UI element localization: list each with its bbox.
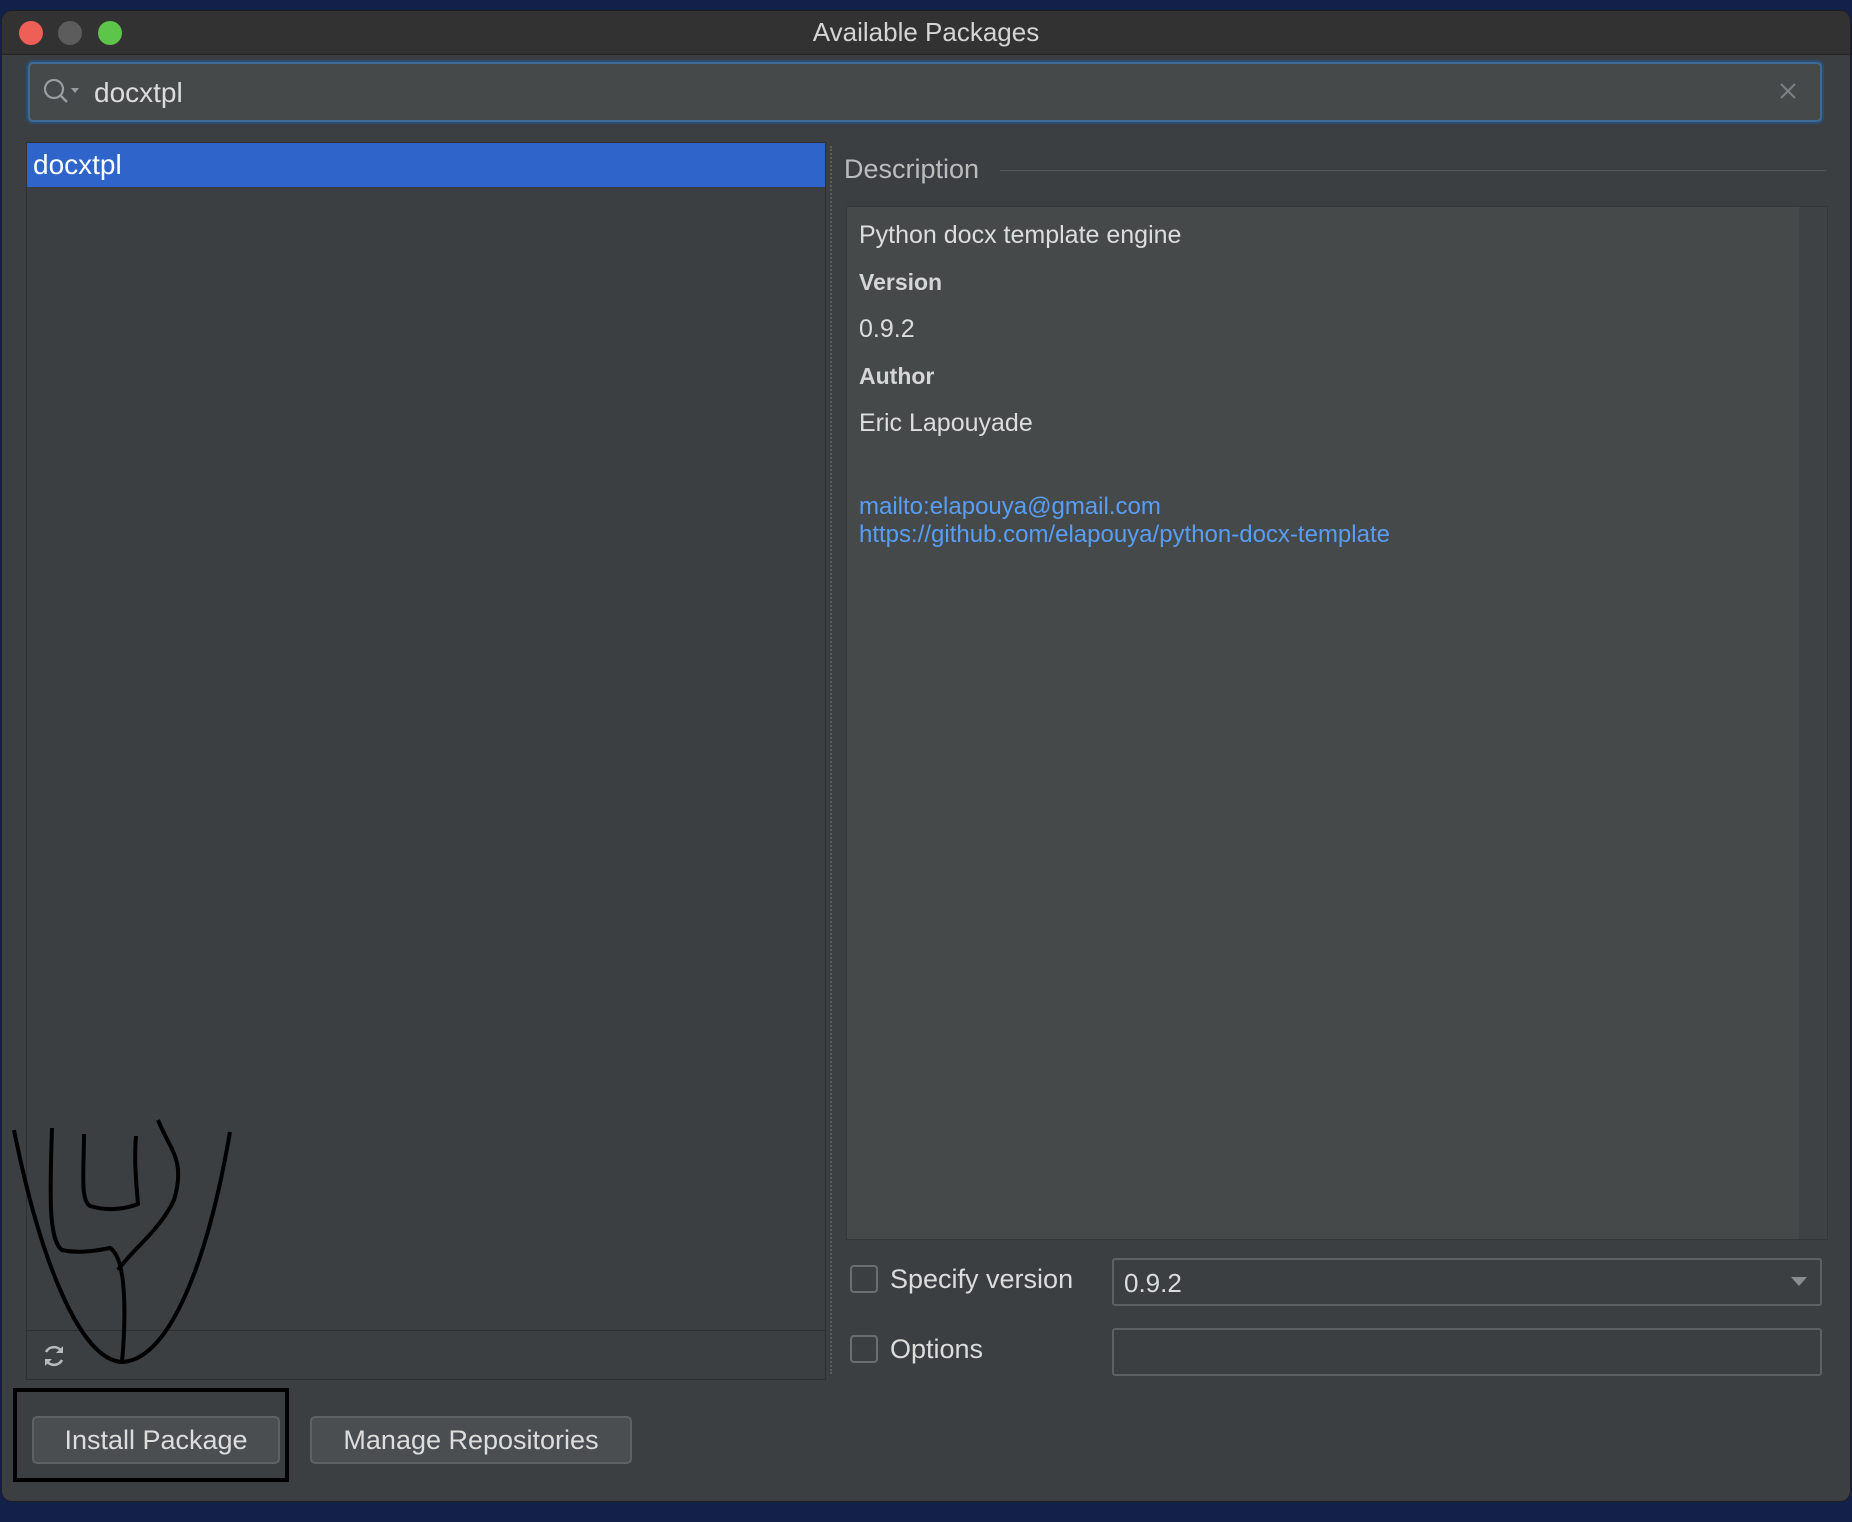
window-title: Available Packages <box>812 17 1040 47</box>
clear-icon[interactable] <box>1778 81 1798 101</box>
author-value: Eric Lapouyade <box>859 409 1033 437</box>
version-label: Version <box>859 269 943 295</box>
options-label: Options <box>890 1334 984 1364</box>
search-input[interactable] <box>92 70 1776 116</box>
hand-drawn-annotation <box>12 1119 232 1365</box>
list-item-docxtpl[interactable]: docxtpl <box>27 143 825 187</box>
description-header: Description <box>844 154 980 184</box>
description-summary: Python docx template engine <box>859 221 1182 249</box>
description-divider <box>1000 170 1826 171</box>
version-select-value: 0.9.2 <box>1124 1268 1182 1298</box>
author-label: Author <box>859 363 935 389</box>
description-panel: Python docx template engine Version 0.9.… <box>846 206 1828 1240</box>
dropdown-arrow-icon <box>1791 1277 1807 1286</box>
github-link[interactable]: https://github.com/elapouya/python-docx-… <box>859 521 1390 549</box>
highlight-annotation-box <box>13 1388 289 1482</box>
package-search-field[interactable] <box>28 62 1822 122</box>
options-checkbox[interactable] <box>850 1335 878 1363</box>
panel-splitter[interactable] <box>830 146 836 1374</box>
description-scrollbar[interactable] <box>1799 207 1827 1239</box>
manage-repositories-button[interactable]: Manage Repositories <box>310 1416 632 1464</box>
specify-version-checkbox[interactable] <box>850 1265 878 1293</box>
search-icon[interactable] <box>42 77 82 107</box>
specify-version-label: Specify version <box>890 1264 1074 1294</box>
version-value: 0.9.2 <box>859 315 915 343</box>
version-select[interactable]: 0.9.2 <box>1112 1258 1822 1306</box>
options-input[interactable] <box>1112 1328 1822 1376</box>
title-bar: Available Packages <box>2 11 1850 55</box>
email-link[interactable]: mailto:elapouya@gmail.com <box>859 493 1161 521</box>
